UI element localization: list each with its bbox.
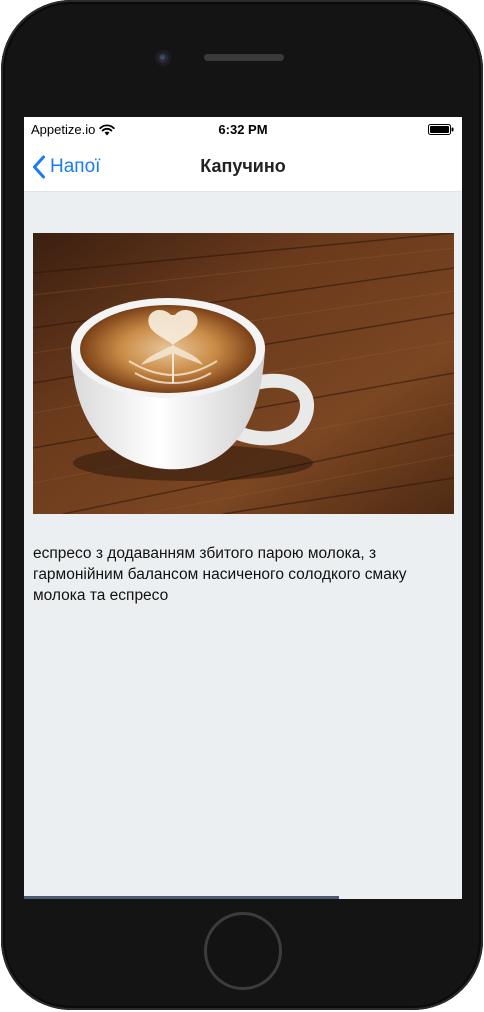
drink-description: еспресо з додаванням збитого парою молок… (33, 545, 407, 604)
cappuccino-image (33, 233, 454, 514)
battery-icon (428, 124, 454, 135)
navigation-bar: Напої Капучино (24, 141, 462, 192)
home-button[interactable] (204, 912, 282, 990)
status-bar: Appetize.io 6:32 PM (24, 117, 462, 141)
scroll-progress-bar (24, 896, 339, 899)
earpiece-speaker (204, 54, 284, 61)
device-frame: Appetize.io 6:32 PM Напої Капучино еспре… (1, 0, 483, 1010)
status-time: 6:32 PM (218, 122, 268, 137)
page-title: Капучино (200, 156, 286, 176)
front-camera (155, 50, 171, 66)
app-screen: Appetize.io 6:32 PM Напої Капучино еспре… (24, 117, 462, 899)
